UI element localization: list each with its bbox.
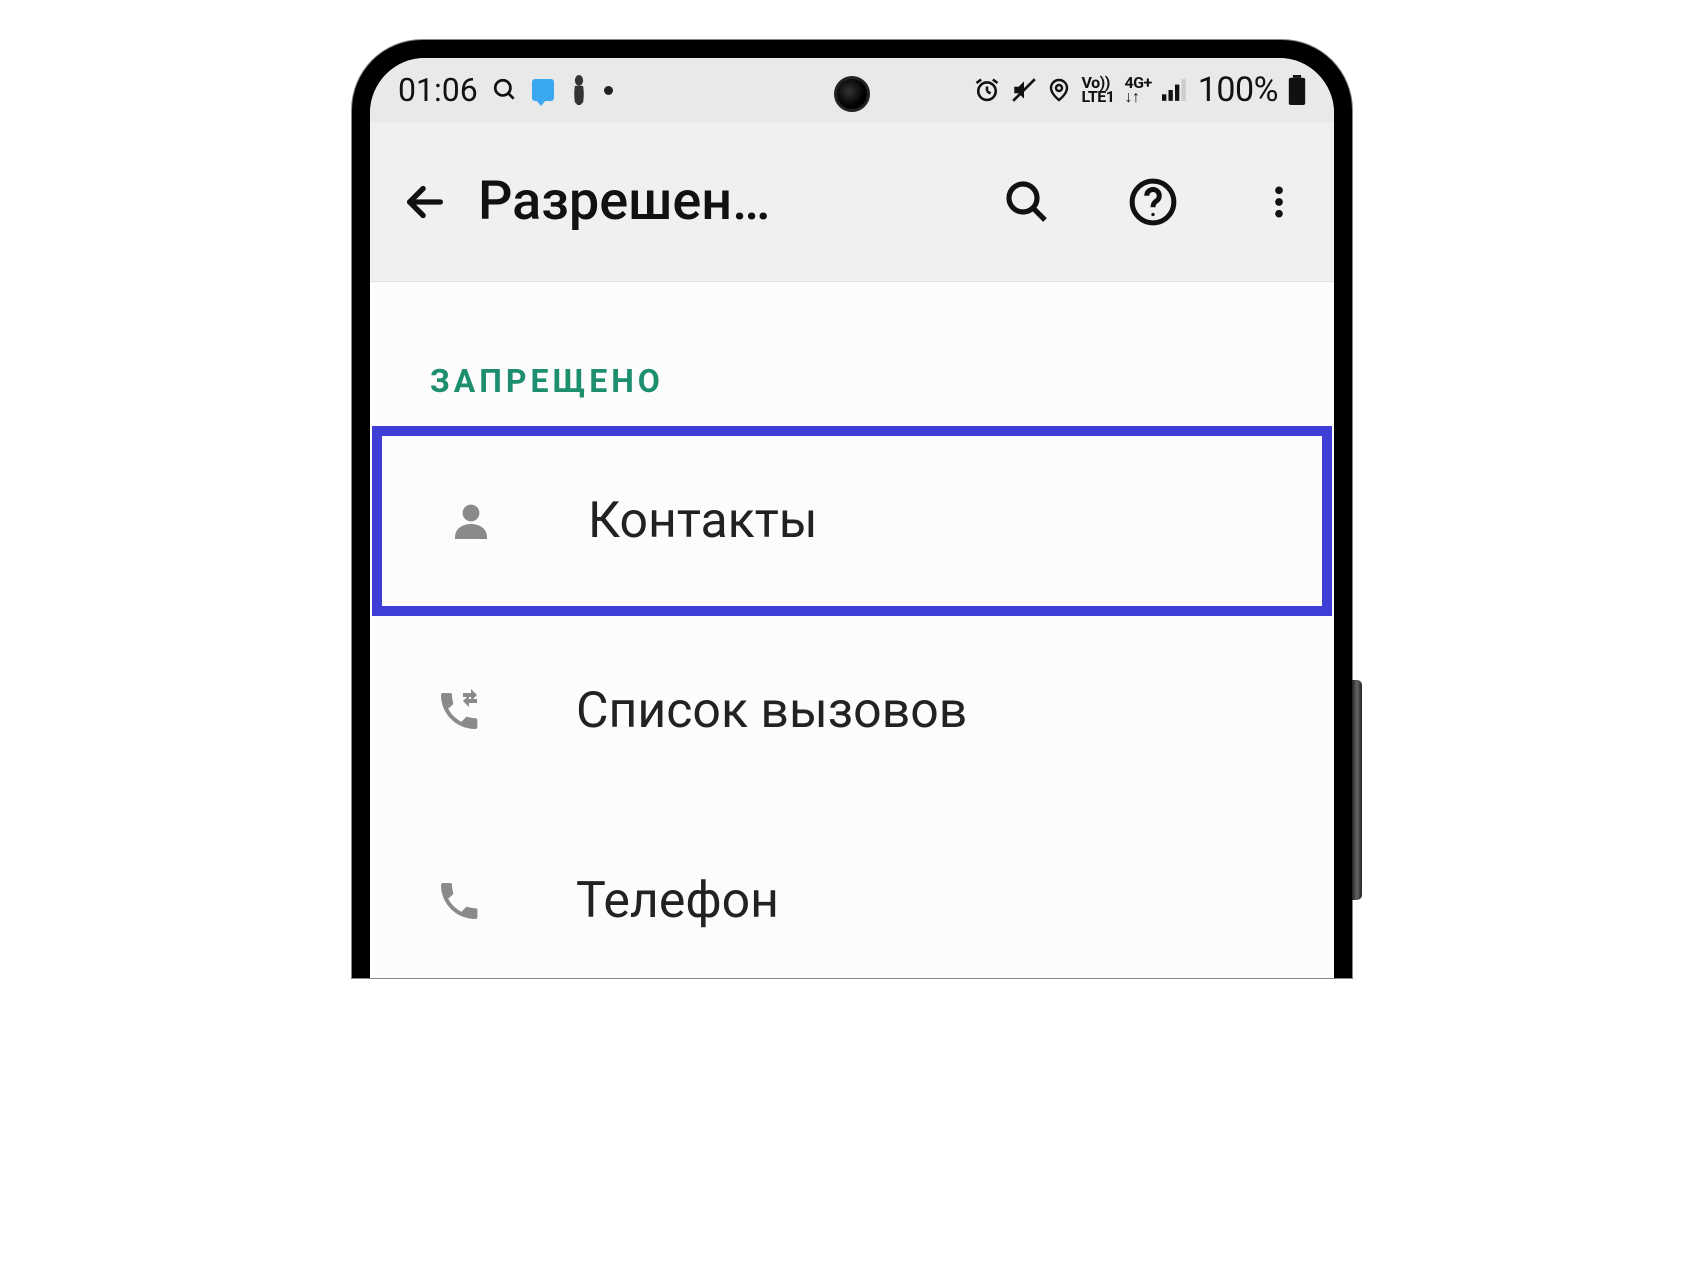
camera-notch xyxy=(834,76,870,112)
search-status-icon xyxy=(492,77,518,103)
network-type-label: 4G+↓↑ xyxy=(1124,76,1151,104)
message-status-icon xyxy=(532,79,554,101)
content-area: ЗАПРЕЩЕНО Контакты Список вызовов Телефо… xyxy=(370,282,1334,978)
help-button[interactable] xyxy=(1126,175,1180,229)
permission-label: Список вызовов xyxy=(576,682,967,740)
volte-label: Vo))LTE1 xyxy=(1081,76,1114,104)
alarm-icon xyxy=(973,76,1001,104)
permission-row-call-log[interactable]: Список вызовов xyxy=(370,616,1334,806)
phone-icon xyxy=(432,877,486,925)
arrow-left-icon xyxy=(402,179,448,225)
app-bar: Разрешен… xyxy=(370,122,1334,282)
help-icon xyxy=(1128,177,1178,227)
permission-label: Контакты xyxy=(588,492,818,550)
page-title: Разрешен… xyxy=(478,170,770,233)
status-bar: 01:06 xyxy=(370,58,1334,122)
person-icon xyxy=(444,497,498,545)
battery-icon xyxy=(1288,75,1306,105)
permission-row-phone[interactable]: Телефон xyxy=(370,806,1334,978)
permission-row-contacts[interactable]: Контакты xyxy=(372,426,1332,616)
back-button[interactable] xyxy=(398,175,452,229)
more-button[interactable] xyxy=(1252,175,1306,229)
more-vert-icon xyxy=(1259,178,1299,226)
search-button[interactable] xyxy=(1000,175,1054,229)
section-header: ЗАПРЕЩЕНО xyxy=(370,342,1334,426)
signal-icon xyxy=(1162,79,1188,101)
app-status-icon xyxy=(568,75,590,105)
screen: 01:06 xyxy=(370,58,1334,978)
mute-icon xyxy=(1011,77,1037,103)
status-bar-right: Vo))LTE1 4G+↓↑ 100% xyxy=(973,70,1306,110)
side-hardware-button xyxy=(1352,680,1362,900)
dot-status-icon xyxy=(604,86,613,95)
battery-text: 100% xyxy=(1198,70,1278,110)
status-bar-left: 01:06 xyxy=(398,71,613,109)
call-log-icon xyxy=(432,687,486,735)
permission-label: Телефон xyxy=(576,872,779,930)
search-icon xyxy=(1003,178,1051,226)
location-icon xyxy=(1047,76,1071,104)
phone-frame: 01:06 xyxy=(352,40,1352,978)
status-time: 01:06 xyxy=(398,71,478,109)
